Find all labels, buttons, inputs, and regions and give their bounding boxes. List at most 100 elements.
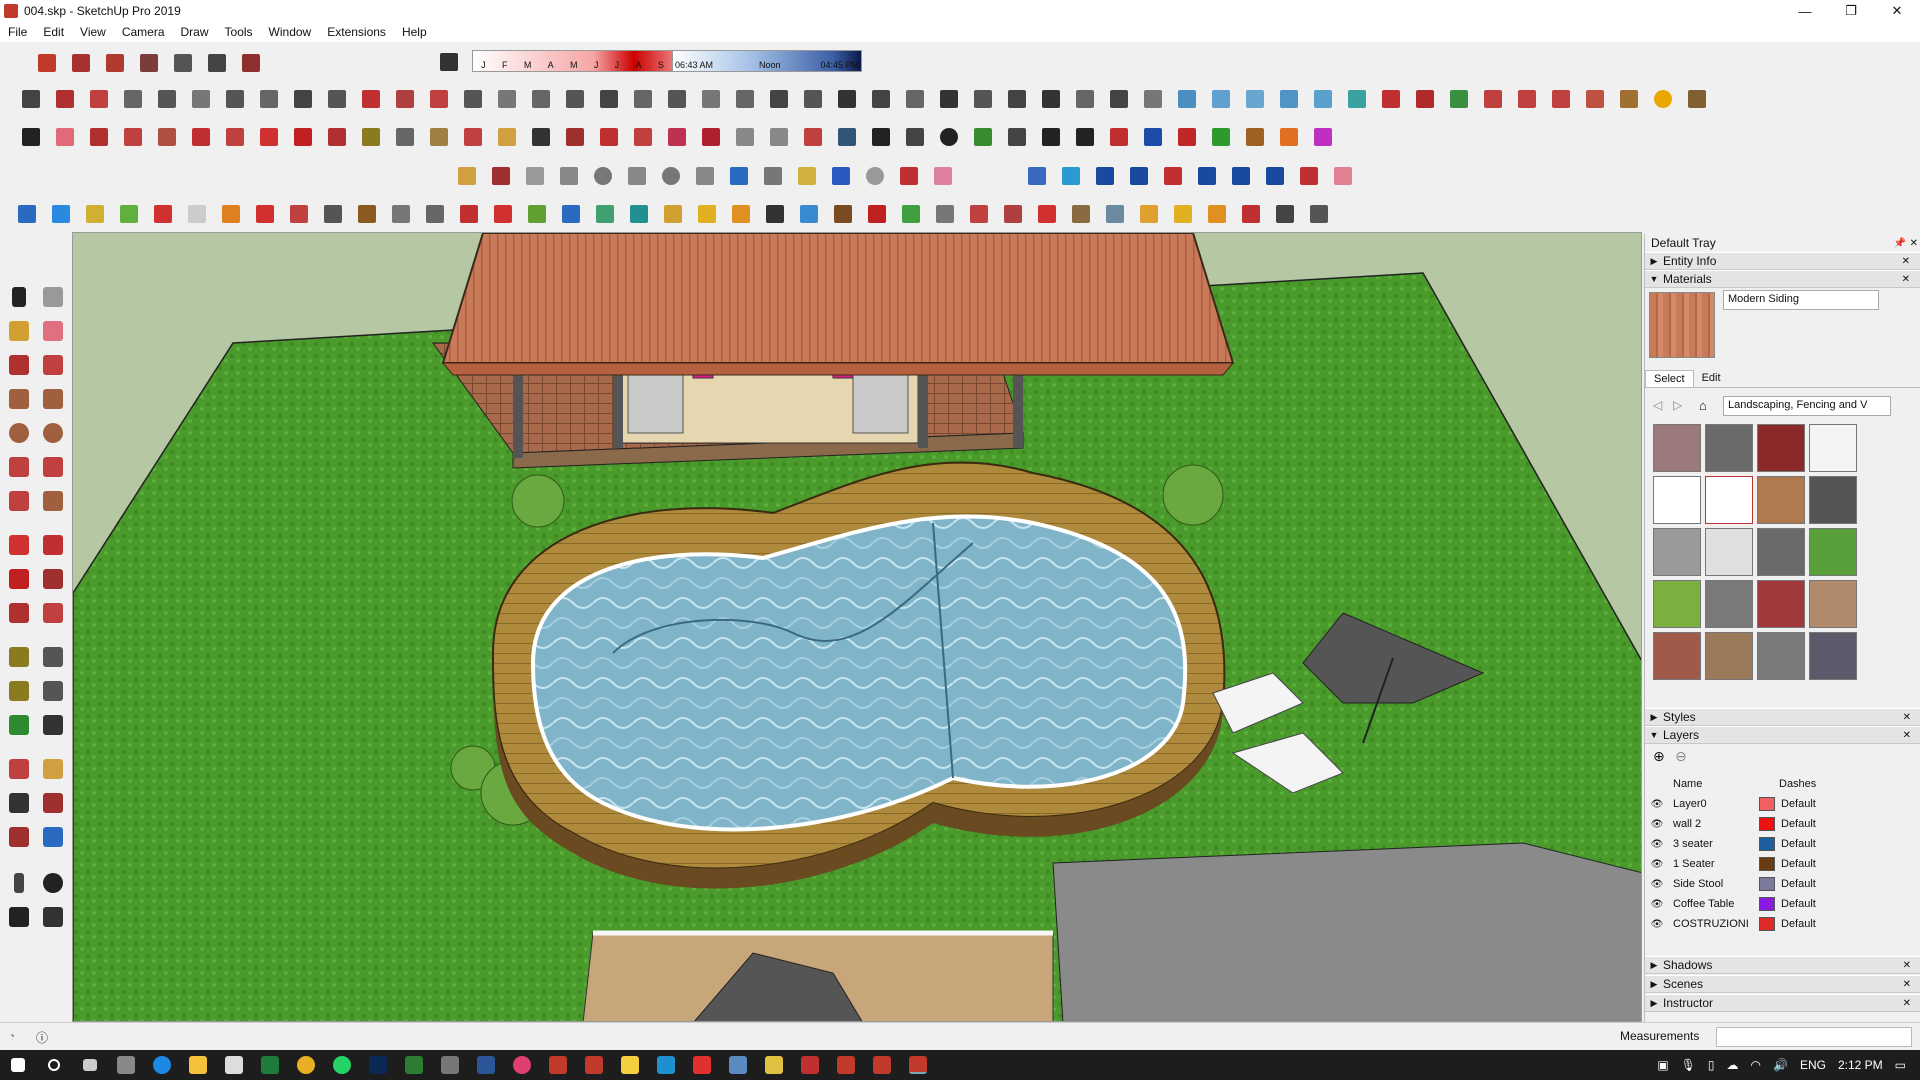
menu-edit[interactable]: Edit xyxy=(35,25,72,39)
cubes-red2-icon[interactable] xyxy=(1001,202,1025,226)
polygon-tool-icon[interactable] xyxy=(40,420,66,446)
measurements-input[interactable] xyxy=(1716,1027,1912,1047)
sketchup-layout-icon[interactable] xyxy=(828,1050,864,1080)
freehand-tool-icon[interactable] xyxy=(40,352,66,378)
x-blue-icon[interactable] xyxy=(559,202,583,226)
wifi-icon[interactable]: ◠ xyxy=(1751,1058,1761,1072)
back-view-icon[interactable] xyxy=(171,51,195,75)
cone-green-icon[interactable] xyxy=(593,202,617,226)
zoom-extents-tool-icon[interactable] xyxy=(6,824,32,850)
entity-info-header[interactable]: ▶ Entity Info ✕ xyxy=(1645,252,1920,270)
pencil-icon[interactable] xyxy=(427,87,451,111)
hand-pink-icon[interactable] xyxy=(1331,164,1355,188)
whatsapp-icon[interactable] xyxy=(324,1050,360,1080)
split-icon[interactable] xyxy=(767,87,791,111)
ruler-icon[interactable] xyxy=(1617,87,1641,111)
curl-yellow-icon[interactable] xyxy=(695,202,719,226)
stop-icon[interactable] xyxy=(903,125,927,149)
layer-dashes[interactable]: Default xyxy=(1781,838,1816,850)
shadow-time-slider[interactable]: 06:43 AM Noon 04:45 PM xyxy=(672,50,862,72)
info-icon[interactable]: ⓘ xyxy=(36,1029,48,1046)
material-preview-swatch[interactable] xyxy=(1649,292,1715,358)
material-swatch[interactable] xyxy=(1757,476,1805,524)
eye-icon[interactable]: 👁 xyxy=(1645,859,1669,870)
close-panel-icon[interactable]: ✕ xyxy=(1903,998,1911,1009)
position-camera-icon[interactable] xyxy=(6,870,32,896)
diamond-red-icon[interactable] xyxy=(1035,202,1059,226)
wall-icon[interactable] xyxy=(461,87,485,111)
layers-col-name[interactable]: Name xyxy=(1669,778,1779,790)
layer-dashes[interactable]: Default xyxy=(1781,918,1816,930)
orbit-tool-icon[interactable] xyxy=(6,756,32,782)
undo-black-icon[interactable] xyxy=(865,202,889,226)
circle-shape-icon[interactable] xyxy=(591,164,615,188)
material-swatch[interactable] xyxy=(1757,580,1805,628)
bars-icon[interactable] xyxy=(1107,87,1131,111)
material-swatch[interactable] xyxy=(1809,528,1857,576)
material-library-select[interactable]: Landscaping, Fencing and V xyxy=(1723,396,1891,416)
layer-color-swatch[interactable] xyxy=(1759,877,1775,891)
edge-icon[interactable] xyxy=(144,1050,180,1080)
orbit-icon[interactable] xyxy=(461,125,485,149)
dimension-tool-icon[interactable] xyxy=(40,644,66,670)
dimension-icon[interactable] xyxy=(359,87,383,111)
slash-red-icon[interactable] xyxy=(897,164,921,188)
close-panel-icon[interactable]: ✕ xyxy=(1903,730,1911,741)
mesh-icon[interactable] xyxy=(971,87,995,111)
eye-icon[interactable]: 👁 xyxy=(1645,899,1669,910)
circle-tool-icon[interactable] xyxy=(6,420,32,446)
grid-orange-icon[interactable] xyxy=(1137,202,1161,226)
layer-color-swatch[interactable] xyxy=(1759,817,1775,831)
column-blue-icon[interactable] xyxy=(1093,164,1117,188)
curviloft-icon[interactable] xyxy=(455,164,479,188)
layer-color-swatch[interactable] xyxy=(1759,857,1775,871)
layer-dashes[interactable]: Default xyxy=(1781,818,1816,830)
skype-icon[interactable] xyxy=(648,1050,684,1080)
notifications-icon[interactable]: ▭ xyxy=(1895,1058,1906,1072)
cross-red-icon[interactable] xyxy=(1413,87,1437,111)
eye-icon[interactable]: 👁 xyxy=(1645,919,1669,930)
chain-icon[interactable] xyxy=(389,202,413,226)
undo-red-icon[interactable] xyxy=(1297,164,1321,188)
paint-bucket-icon[interactable] xyxy=(427,125,451,149)
plus-red-icon[interactable] xyxy=(491,202,515,226)
bottom-view-icon[interactable] xyxy=(239,51,263,75)
list-red-icon[interactable] xyxy=(287,202,311,226)
angle-icon[interactable] xyxy=(393,87,417,111)
eraser-icon[interactable] xyxy=(53,125,77,149)
material-swatch[interactable] xyxy=(1705,632,1753,680)
add-layer-icon[interactable]: ⊕ xyxy=(1653,748,1665,765)
search-icon[interactable] xyxy=(36,1050,72,1080)
menu-window[interactable]: Window xyxy=(261,25,320,39)
store-icon[interactable] xyxy=(216,1050,252,1080)
split-green-icon[interactable] xyxy=(899,202,923,226)
layer-dashes[interactable]: Default xyxy=(1781,858,1816,870)
tools-icon[interactable] xyxy=(1685,87,1709,111)
tray-close-icon[interactable]: ✕ xyxy=(1910,238,1918,249)
app-grey-icon[interactable] xyxy=(432,1050,468,1080)
image-viewer-icon[interactable] xyxy=(720,1050,756,1080)
mirror-icon[interactable] xyxy=(1229,164,1253,188)
spline-icon[interactable] xyxy=(761,164,785,188)
select-tool-icon[interactable] xyxy=(6,284,32,310)
layer-row[interactable]: 👁 3 seater Default xyxy=(1645,834,1920,854)
group-icon[interactable] xyxy=(1059,164,1083,188)
app-pink-icon[interactable] xyxy=(504,1050,540,1080)
sticky-notes-icon[interactable] xyxy=(612,1050,648,1080)
text-tool-icon[interactable] xyxy=(40,678,66,704)
layer-color-swatch[interactable] xyxy=(1759,917,1775,931)
material-swatch[interactable] xyxy=(1705,476,1753,524)
maximize-button[interactable]: ❐ xyxy=(1828,0,1874,22)
scatter-icon[interactable] xyxy=(1239,202,1263,226)
fence-icon[interactable] xyxy=(1005,87,1029,111)
acrobat-icon[interactable] xyxy=(684,1050,720,1080)
tab-edit[interactable]: Edit xyxy=(1694,370,1729,387)
hook-orange-icon[interactable] xyxy=(219,202,243,226)
text-icon[interactable] xyxy=(393,125,417,149)
arc2-tool-icon[interactable] xyxy=(40,454,66,480)
shadows-toggle-icon[interactable] xyxy=(437,50,461,74)
notes-icon[interactable] xyxy=(756,1050,792,1080)
follow-me-tool-icon[interactable] xyxy=(40,566,66,592)
calculator-icon[interactable] xyxy=(108,1050,144,1080)
layer-row[interactable]: 👁 1 Seater Default xyxy=(1645,854,1920,874)
